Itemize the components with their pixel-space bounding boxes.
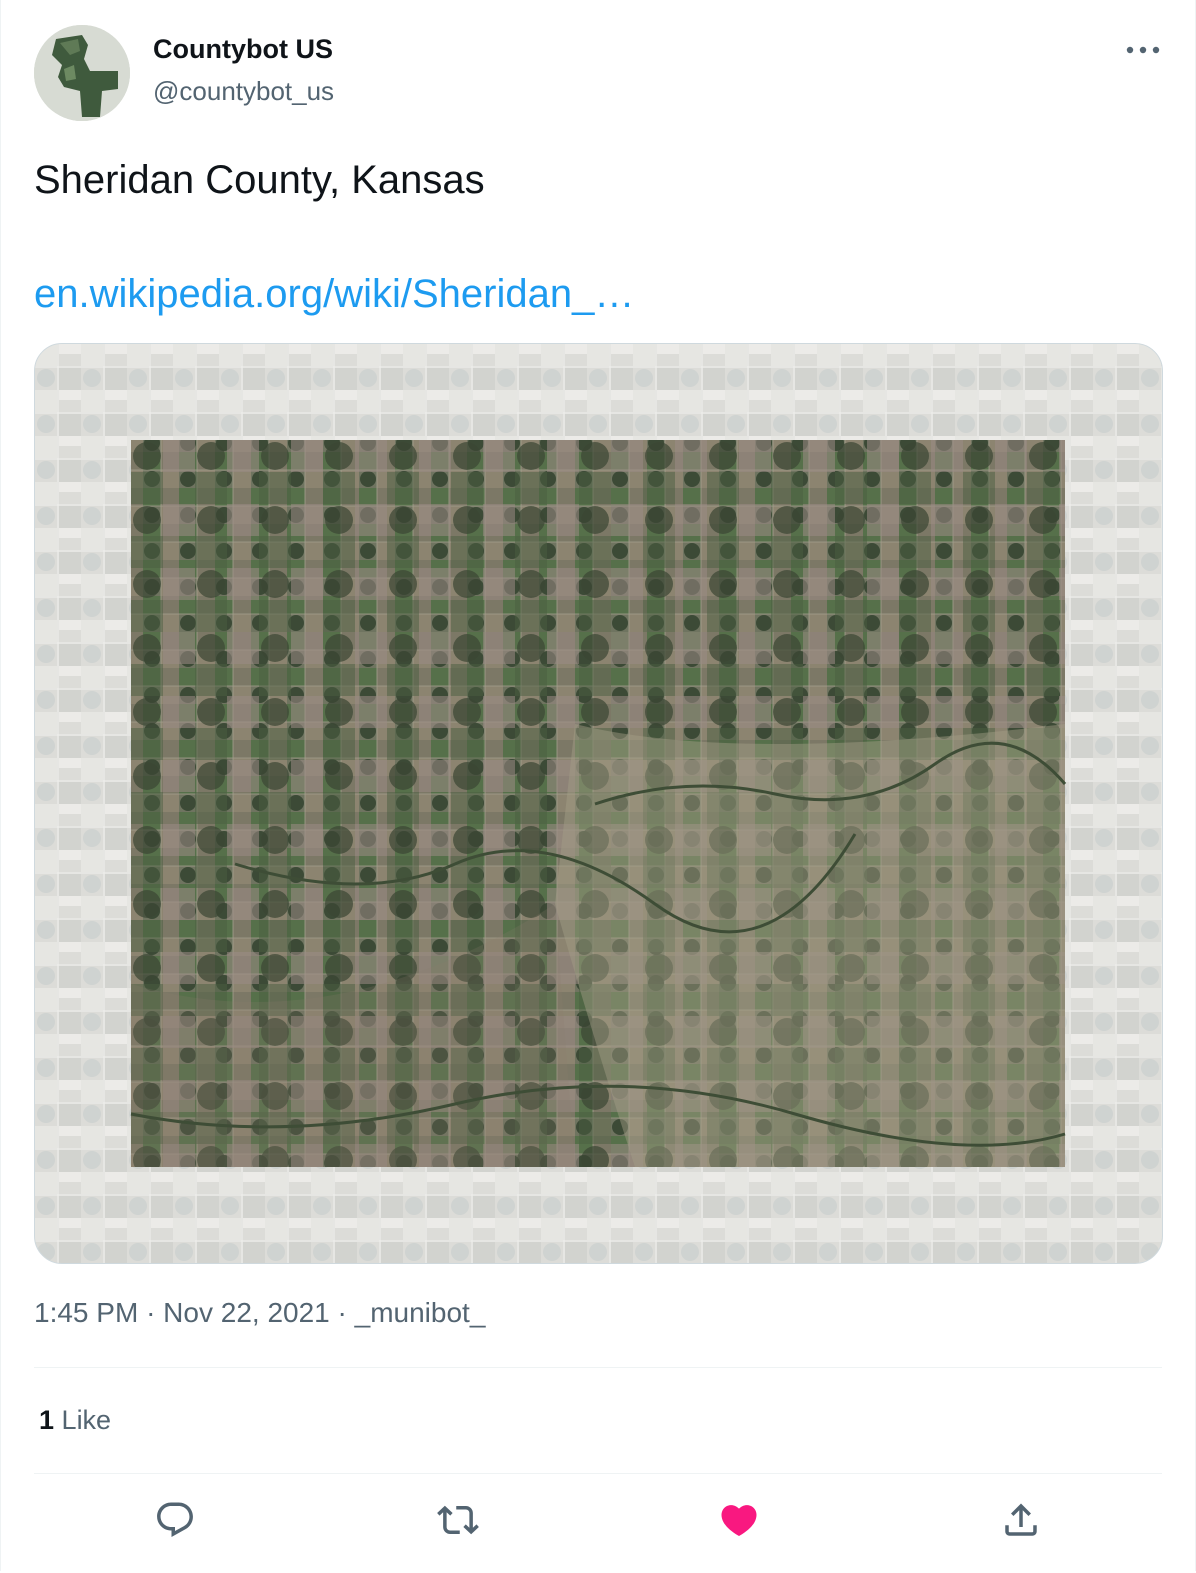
divider: [34, 1367, 1162, 1368]
likes-label: Like: [61, 1405, 112, 1435]
retweet-icon: [437, 1505, 479, 1535]
timestamp-time[interactable]: 1:45 PM: [34, 1297, 138, 1328]
tweet-image[interactable]: [34, 343, 1163, 1264]
timestamp-date[interactable]: Nov 22, 2021: [163, 1297, 330, 1328]
meta-separator: ·: [337, 1297, 347, 1328]
heart-icon: [721, 1505, 757, 1537]
tweet-source[interactable]: _munibot_: [355, 1297, 486, 1328]
divider: [34, 1473, 1162, 1474]
display-name[interactable]: Countybot US: [153, 34, 333, 65]
retweet-button[interactable]: [434, 1496, 482, 1544]
user-handle[interactable]: @countybot_us: [153, 76, 334, 107]
reply-icon: [157, 1502, 193, 1537]
likes-number: 1: [39, 1405, 55, 1435]
avatar[interactable]: [34, 25, 130, 121]
reply-button[interactable]: [151, 1496, 199, 1544]
more-horizontal-icon: [1126, 46, 1160, 54]
meta-separator: ·: [146, 1297, 156, 1328]
tweet-meta: 1:45 PM · Nov 22, 2021 · _munibot_: [34, 1297, 485, 1329]
like-button[interactable]: [715, 1496, 763, 1544]
share-button[interactable]: [997, 1496, 1045, 1544]
tweet-link[interactable]: en.wikipedia.org/wiki/Sheridan_…: [34, 270, 634, 318]
county-shape-avatar-icon: [34, 25, 130, 121]
share-icon: [1005, 1503, 1037, 1536]
satellite-map-image: [35, 344, 1162, 1263]
likes-count[interactable]: 1 Like: [39, 1405, 111, 1436]
more-options-button[interactable]: [1121, 30, 1165, 70]
tweet-text: Sheridan County, Kansas: [34, 158, 485, 202]
tweet-container: Countybot US @countybot_us Sheridan Coun…: [0, 0, 1196, 1571]
